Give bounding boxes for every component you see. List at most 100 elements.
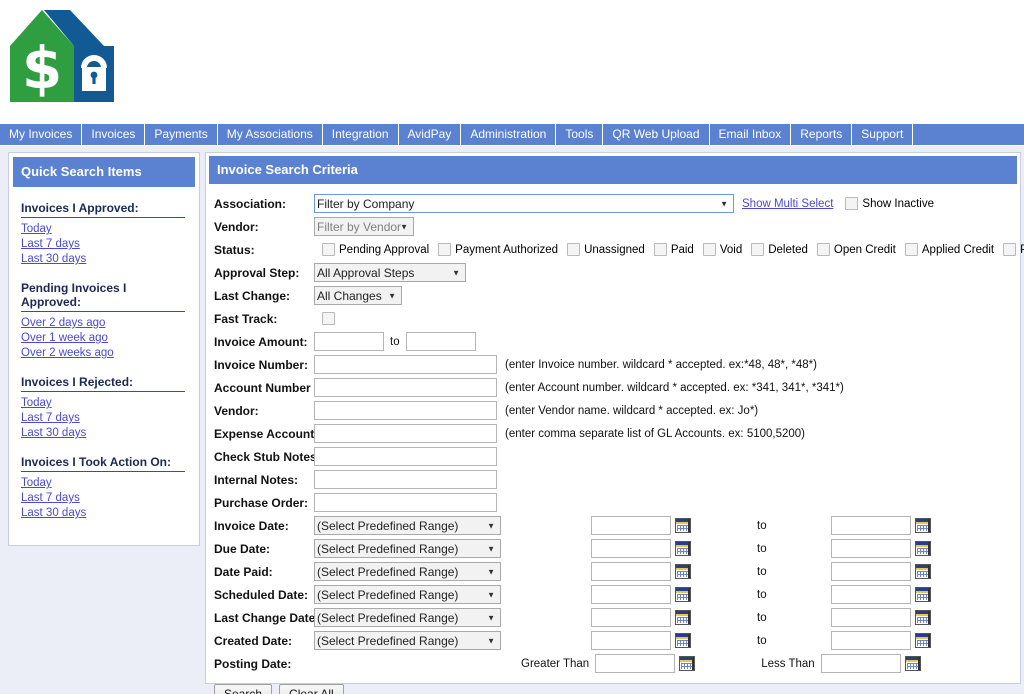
nav-item-administration[interactable]: Administration <box>461 124 557 145</box>
nav-item-invoices[interactable]: Invoices <box>82 124 146 145</box>
calendar-picker-icon[interactable] <box>914 518 931 533</box>
nav-item-support[interactable]: Support <box>852 124 914 145</box>
label-status: Status: <box>214 242 255 257</box>
row-association: Association: Filter by Company ▼ Show Mu… <box>206 193 1020 214</box>
account-number-input[interactable] <box>314 378 497 397</box>
invoice-date-to-input[interactable] <box>830 516 911 535</box>
status-checkbox-applied-credit[interactable] <box>904 243 918 256</box>
last-change-select[interactable]: All Changes <box>314 286 402 305</box>
created-date-range-select[interactable]: (Select Predefined Range) <box>314 631 501 650</box>
nav-item-tools[interactable]: Tools <box>556 124 604 145</box>
vendor-hint: (enter Vendor name. wildcard * accepted.… <box>505 404 759 417</box>
sidebar-link-approved-30-days[interactable]: Last 30 days <box>21 252 86 267</box>
sidebar-link-rejected-7-days[interactable]: Last 7 days <box>21 411 80 426</box>
calendar-picker-icon[interactable] <box>675 541 691 556</box>
scheduled-date-from-input[interactable] <box>591 585 671 604</box>
vendor-filter-select[interactable]: Filter by Vendor <box>314 217 414 236</box>
row-approval-step: Approval Step: All Approval Steps ▼ <box>206 262 1020 283</box>
sidebar-link-pending-over-2-days[interactable]: Over 2 days ago <box>21 316 105 331</box>
nav-item-email-inbox[interactable]: Email Inbox <box>710 124 792 145</box>
calendar-picker-icon[interactable] <box>675 610 691 625</box>
label-due-date: Due Date: <box>214 541 271 556</box>
status-label-paid: Paid <box>670 243 694 256</box>
last-change-date-range-select[interactable]: (Select Predefined Range) <box>314 608 501 627</box>
invoice-amount-to-input[interactable] <box>405 332 476 351</box>
sidebar-link-action-30-days[interactable]: Last 30 days <box>21 506 86 521</box>
status-label-pending-approval: Pending Approval <box>339 243 430 256</box>
due-date-range-select[interactable]: (Select Predefined Range) <box>314 539 501 558</box>
nav-item-payments[interactable]: Payments <box>145 124 218 145</box>
calendar-picker-icon[interactable] <box>675 587 691 602</box>
nav-item-avidpay[interactable]: AvidPay <box>399 124 462 145</box>
show-inactive-checkbox[interactable] <box>845 197 859 210</box>
scheduled-date-to-input[interactable] <box>830 585 911 604</box>
calendar-picker-icon[interactable] <box>675 518 691 533</box>
account-number-hint: (enter Account number. wildcard * accept… <box>505 381 844 394</box>
status-checkbox-unassigned[interactable] <box>567 243 581 256</box>
association-select[interactable]: Filter by Company <box>314 194 734 213</box>
nav-item-integration[interactable]: Integration <box>323 124 399 145</box>
created-date-from-input[interactable] <box>591 631 671 650</box>
calendar-picker-icon[interactable] <box>914 541 931 556</box>
sidebar-link-action-7-days[interactable]: Last 7 days <box>21 491 80 506</box>
expense-account-input[interactable] <box>314 424 497 443</box>
created-date-to-input[interactable] <box>830 631 911 650</box>
sidebar-link-pending-over-2-weeks[interactable]: Over 2 weeks ago <box>21 346 114 361</box>
status-checkbox-pending-approval[interactable] <box>322 243 335 256</box>
posting-date-less-than-label: Less Than <box>761 657 815 670</box>
scheduled-date-range-select[interactable]: (Select Predefined Range) <box>314 585 501 604</box>
sidebar-link-action-today[interactable]: Today <box>21 476 52 491</box>
calendar-picker-icon[interactable] <box>675 564 691 579</box>
invoice-date-range-select[interactable]: (Select Predefined Range) <box>314 516 501 535</box>
status-checkbox-paid-by-credit[interactable] <box>1003 243 1017 256</box>
sidebar-link-approved-today[interactable]: Today <box>21 222 52 237</box>
status-checkbox-payment-authorized[interactable] <box>438 243 452 256</box>
row-status: Status: Pending Approval Payment Authori… <box>206 239 1024 260</box>
status-checkbox-deleted[interactable] <box>751 243 765 256</box>
search-button[interactable]: Search <box>214 684 273 694</box>
calendar-picker-icon[interactable] <box>904 656 921 671</box>
calendar-picker-icon[interactable] <box>914 633 931 648</box>
date-paid-from-input[interactable] <box>591 562 671 581</box>
date-paid-range-select[interactable]: (Select Predefined Range) <box>314 562 501 581</box>
show-multi-select-link[interactable]: Show Multi Select <box>742 198 833 210</box>
purchase-order-input[interactable] <box>314 493 497 512</box>
due-date-from-input[interactable] <box>591 539 671 558</box>
label-approval-step: Approval Step: <box>214 265 300 280</box>
sidebar-link-pending-over-1-week[interactable]: Over 1 week ago <box>21 331 108 346</box>
last-change-date-from-input[interactable] <box>591 608 671 627</box>
status-checkbox-open-credit[interactable] <box>816 243 830 256</box>
nav-item-reports[interactable]: Reports <box>791 124 853 145</box>
calendar-picker-icon[interactable] <box>914 610 931 625</box>
vendor-input[interactable] <box>314 401 497 420</box>
fast-track-checkbox[interactable] <box>322 312 335 325</box>
calendar-picker-icon[interactable] <box>679 656 696 671</box>
nav-item-my-invoices[interactable]: My Invoices <box>0 124 83 145</box>
calendar-picker-icon[interactable] <box>675 633 691 648</box>
calendar-picker-icon[interactable] <box>914 587 931 602</box>
approval-step-select[interactable]: All Approval Steps <box>314 263 466 282</box>
sidebar-title: Quick Search Items <box>13 157 195 187</box>
label-invoice-amount: Invoice Amount: <box>214 334 308 349</box>
quick-search-sidebar: Quick Search Items Invoices I Approved: … <box>8 152 200 546</box>
invoice-date-from-input[interactable] <box>591 516 671 535</box>
check-stub-notes-input[interactable] <box>314 447 497 466</box>
posting-date-less-than-input[interactable] <box>820 654 901 673</box>
date-paid-to-input[interactable] <box>830 562 911 581</box>
due-date-to-input[interactable] <box>830 539 911 558</box>
clear-all-button[interactable]: Clear All <box>279 684 344 694</box>
sidebar-link-rejected-today[interactable]: Today <box>21 396 52 411</box>
sidebar-link-rejected-30-days[interactable]: Last 30 days <box>21 426 86 441</box>
posting-date-greater-than-input[interactable] <box>595 654 676 673</box>
invoice-number-input[interactable] <box>314 355 497 374</box>
status-checkbox-paid[interactable] <box>653 243 667 256</box>
sidebar-link-approved-7-days[interactable]: Last 7 days <box>21 237 80 252</box>
last-change-date-to-input[interactable] <box>830 608 911 627</box>
calendar-picker-icon[interactable] <box>914 564 931 579</box>
nav-item-qr-web-upload[interactable]: QR Web Upload <box>603 124 710 145</box>
invoice-amount-from-input[interactable] <box>314 332 384 351</box>
status-checkbox-void[interactable] <box>702 243 716 256</box>
nav-item-my-associations[interactable]: My Associations <box>218 124 323 145</box>
internal-notes-input[interactable] <box>314 470 497 489</box>
invoice-date-separator: to <box>757 519 767 532</box>
